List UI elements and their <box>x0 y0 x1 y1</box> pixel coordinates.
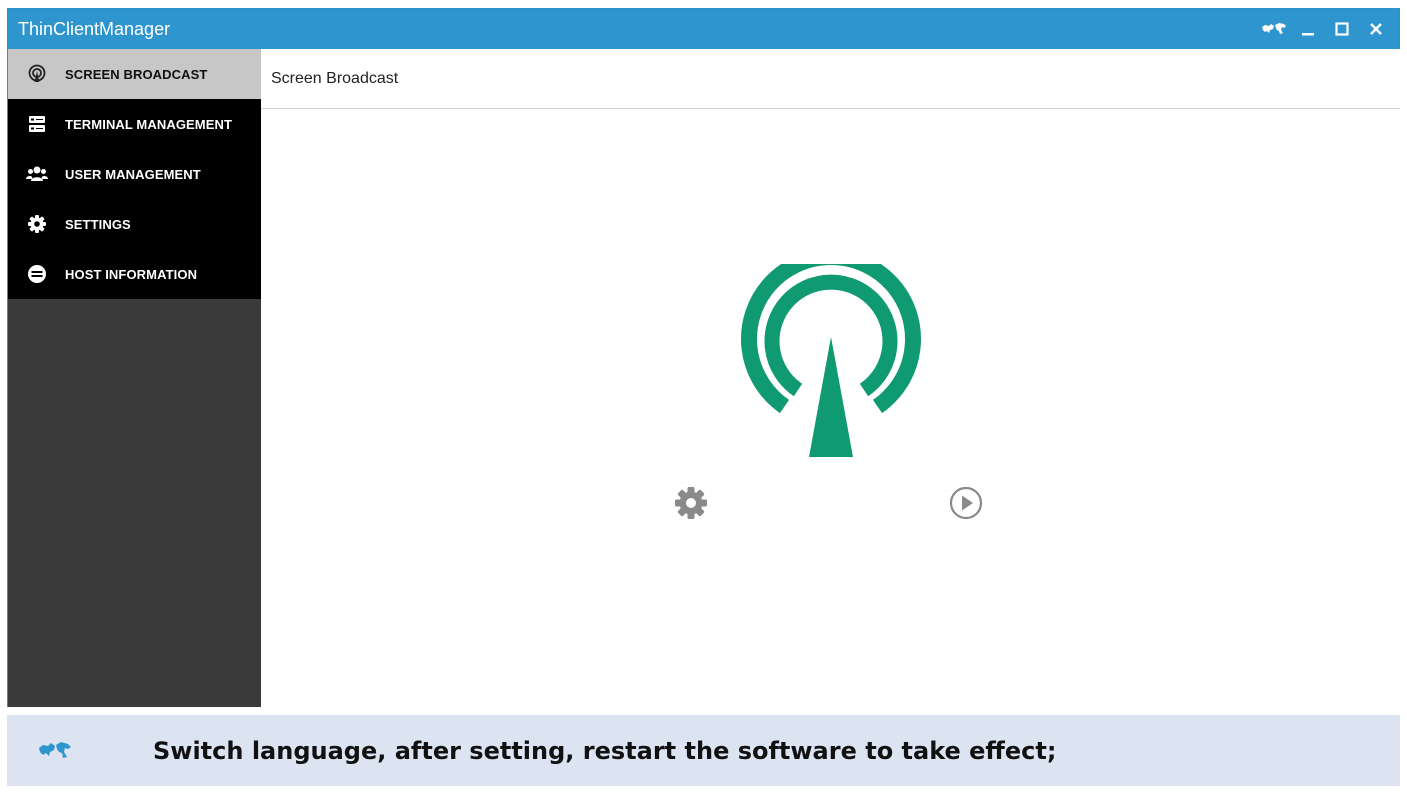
sidebar-item-terminal-management[interactable]: TERMINAL MANAGEMENT <box>8 99 261 149</box>
close-icon[interactable] <box>1359 9 1393 49</box>
sidebar-item-label: SCREEN BROADCAST <box>65 66 208 82</box>
minimize-icon[interactable] <box>1291 9 1325 49</box>
info-banner: Switch language, after setting, restart … <box>7 715 1400 786</box>
sidebar-item-label: TERMINAL MANAGEMENT <box>65 116 233 132</box>
sidebar-item-host-information[interactable]: HOST INFORMATION <box>8 249 261 299</box>
page-header: Screen Broadcast <box>261 49 1400 109</box>
server-icon <box>25 112 49 136</box>
play-circle-icon[interactable] <box>946 483 986 523</box>
broadcast-antenna-icon[interactable] <box>736 248 926 464</box>
sidebar-item-settings[interactable]: SETTINGS <box>8 199 261 249</box>
language-icon[interactable] <box>1257 9 1291 49</box>
maximize-icon[interactable] <box>1325 9 1359 49</box>
sidebar-item-label: SETTINGS <box>65 216 131 232</box>
world-map-icon <box>35 731 75 771</box>
users-icon <box>25 162 49 186</box>
title-bar[interactable]: ThinClientManager <box>8 9 1399 49</box>
sidebar: SCREEN BROADCAST TERMINAL MANAGEMENT USE… <box>8 49 261 707</box>
sidebar-item-label: HOST INFORMATION <box>65 266 198 282</box>
sidebar-item-user-management[interactable]: USER MANAGEMENT <box>8 149 261 199</box>
page-title: Screen Broadcast <box>271 69 399 87</box>
banner-message: Switch language, after setting, restart … <box>153 736 1057 765</box>
gear-icon <box>25 212 49 236</box>
window-title: ThinClientManager <box>18 19 171 39</box>
window-controls <box>1257 9 1393 49</box>
app-window: ThinClientManager SCREEN BROADCAST TERMI… <box>7 8 1400 707</box>
sidebar-item-screen-broadcast[interactable]: SCREEN BROADCAST <box>8 49 261 99</box>
sidebar-menu: TERMINAL MANAGEMENT USER MANAGEMENT SETT… <box>8 99 261 299</box>
host-info-icon <box>25 262 49 286</box>
broadcast-icon <box>25 62 49 86</box>
main-content: Screen Broadcast <box>261 49 1400 707</box>
broadcast-settings-icon[interactable] <box>671 483 711 523</box>
sidebar-item-label: USER MANAGEMENT <box>65 166 201 182</box>
